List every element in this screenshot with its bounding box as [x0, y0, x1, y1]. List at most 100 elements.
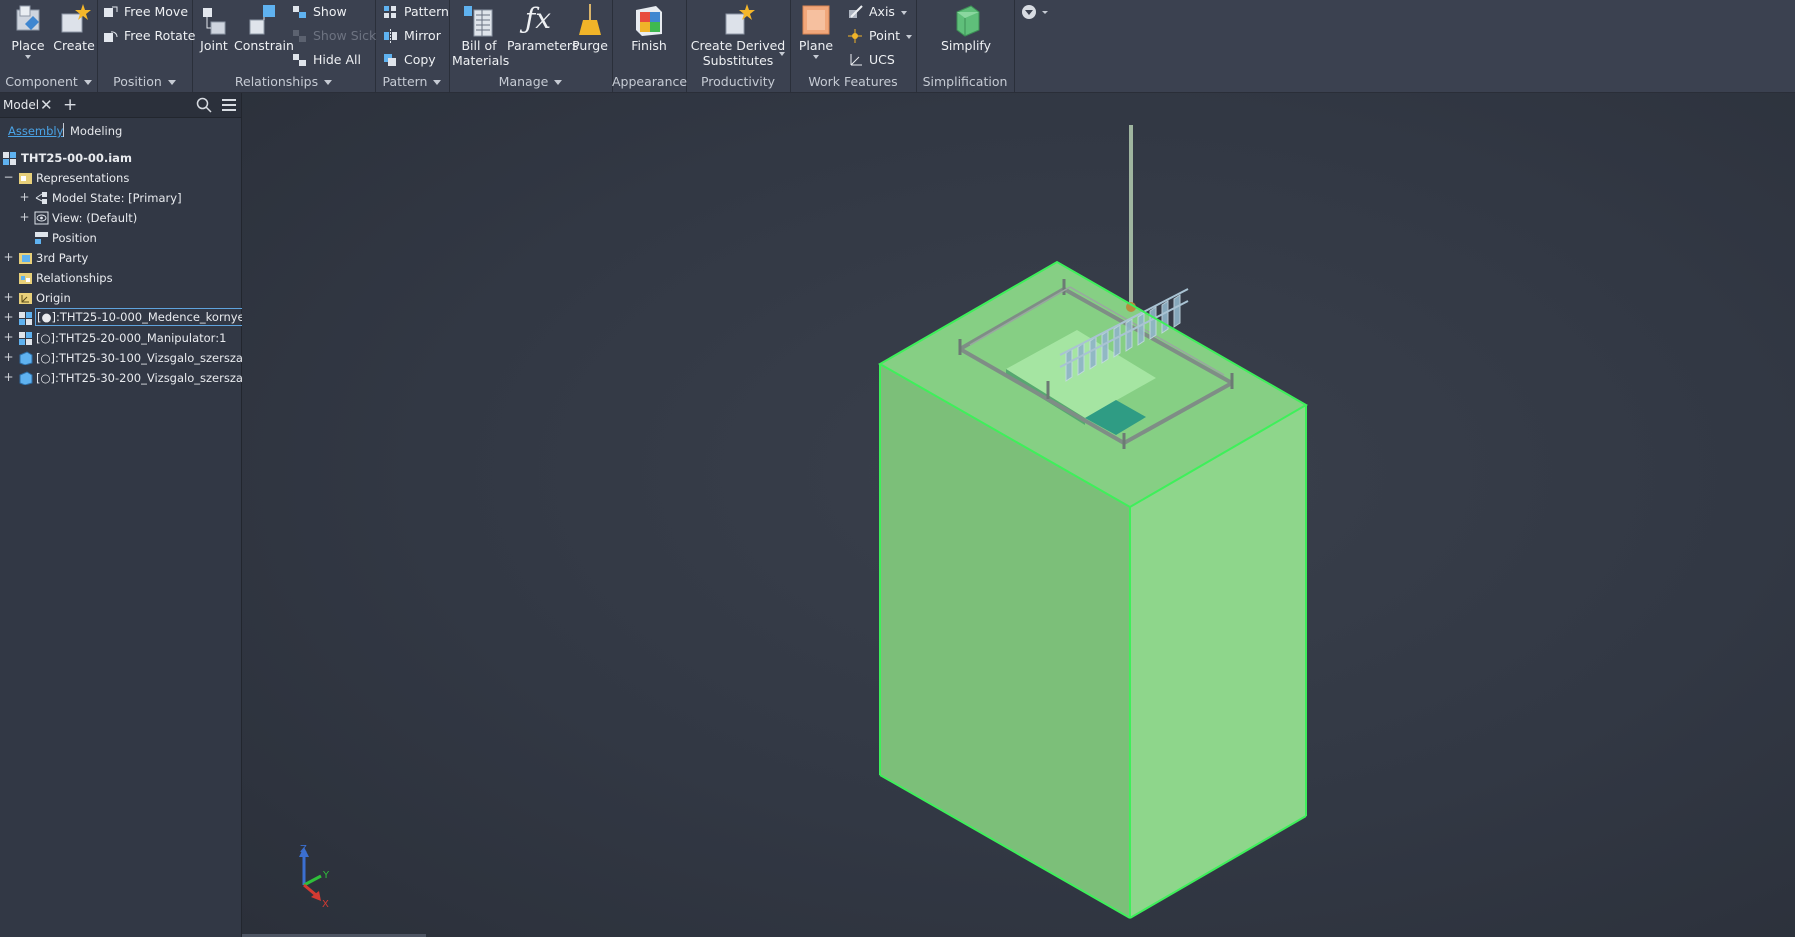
mirror-button[interactable]: Mirror: [383, 26, 441, 46]
position-icon: [34, 231, 49, 245]
bill-of-materials-button[interactable]: Bill of Materials: [452, 2, 509, 68]
finish-button[interactable]: Finish: [626, 2, 672, 53]
subassembly-icon: [18, 331, 33, 345]
point-button[interactable]: Point: [848, 26, 913, 46]
search-icon[interactable]: [196, 97, 212, 113]
tree-item-representations[interactable]: − Representations: [0, 168, 241, 188]
position-panel: Free Move Free Rotate Position: [97, 0, 195, 92]
place-button[interactable]: Place: [6, 2, 50, 59]
expand-icon[interactable]: +: [3, 331, 14, 343]
create-derived-substitutes-button[interactable]: Create Derived Substitutes: [690, 2, 786, 68]
broom-icon: [573, 2, 607, 38]
tree-root[interactable]: THT25-00-00.iam: [0, 148, 241, 168]
bill-of-materials-icon: [462, 2, 496, 38]
free-move-button[interactable]: Free Move: [103, 2, 188, 22]
hide-all-button[interactable]: Hide All: [292, 50, 361, 70]
expand-icon[interactable]: +: [3, 371, 14, 383]
tree-item-manipulator[interactable]: + [○]:THT25-20-000_Manipulator:1: [0, 328, 241, 348]
browser-filter-row: Assembly Modeling: [0, 118, 241, 146]
model-state-icon: [34, 191, 49, 205]
view-eye-icon: [34, 211, 49, 225]
pattern-panel: Pattern Mirror Copy Pattern: [375, 0, 450, 92]
ribbon-options-dropdown[interactable]: [1021, 4, 1051, 20]
appearance-panel: Finish Appearance: [612, 0, 687, 92]
relationships-panel-title[interactable]: Relationships: [192, 74, 375, 90]
graphics-viewport[interactable]: Z Y X: [242, 93, 1795, 937]
constrain-button[interactable]: Constrain: [234, 2, 294, 53]
expand-icon[interactable]: +: [3, 251, 14, 263]
tree-item-origin[interactable]: + Origin: [0, 288, 241, 308]
copy-button[interactable]: Copy: [383, 50, 436, 70]
productivity-panel-title: Productivity: [700, 74, 776, 89]
parameters-fx-icon: ƒx: [524, 2, 552, 35]
close-icon[interactable]: ✕: [40, 97, 53, 113]
component-panel-title[interactable]: Component: [0, 74, 97, 90]
constrain-icon: [245, 2, 279, 38]
finish-icon: [632, 2, 666, 38]
work-features-panel-title: Work Features: [808, 74, 898, 89]
parameters-button[interactable]: ƒx Parameters: [507, 2, 579, 53]
subassembly-icon: [18, 311, 33, 325]
axis-icon: [848, 4, 863, 19]
part-icon: [18, 371, 33, 386]
tree-item-medence-kornyezet[interactable]: + [●]:THT25-10-000_Medence_kornyezet:2: [0, 308, 276, 328]
representations-folder-icon: [18, 171, 33, 185]
hamburger-menu-icon[interactable]: [221, 98, 237, 112]
triad-z-label: Z: [300, 844, 307, 855]
free-rotate-button[interactable]: Free Rotate: [103, 26, 195, 46]
chevron-down-icon: [433, 80, 442, 85]
expand-icon[interactable]: +: [3, 291, 14, 303]
pattern-icon: [383, 5, 398, 19]
component-panel: Place Create Component: [0, 0, 98, 92]
pattern-button[interactable]: Pattern: [383, 2, 449, 22]
joint-button[interactable]: Joint: [196, 2, 232, 53]
tree-item-vizsgalo-szerszam-2[interactable]: + [○]:THT25-30-200_Vizsgalo_szerszam_2:1: [0, 368, 278, 388]
chevron-down-icon[interactable]: [779, 52, 785, 56]
ucs-button[interactable]: UCS: [848, 50, 895, 70]
show-icon: [292, 5, 307, 19]
create-button[interactable]: Create: [52, 2, 96, 53]
modeling-filter-link[interactable]: Modeling: [70, 124, 122, 138]
coordinate-triad: Z Y X: [299, 844, 330, 910]
show-sick-button[interactable]: Show Sick: [292, 26, 376, 46]
expand-icon[interactable]: +: [19, 211, 30, 223]
tree-item-model-state[interactable]: + Model State: [Primary]: [0, 188, 241, 208]
relationships-folder-icon: [18, 271, 33, 285]
plane-button[interactable]: Plane: [794, 2, 838, 59]
chevron-down-icon: [83, 80, 92, 85]
derived-substitute-icon: [721, 2, 755, 38]
tree-item-3rd-party[interactable]: + 3rd Party: [0, 248, 241, 268]
chevron-down-icon: [900, 10, 907, 15]
point-icon: [848, 28, 863, 43]
expand-icon[interactable]: +: [19, 191, 30, 203]
axis-button[interactable]: Axis: [848, 2, 907, 22]
collapse-icon[interactable]: −: [3, 171, 14, 183]
pattern-panel-title[interactable]: Pattern: [375, 74, 449, 90]
chevron-down-icon: [324, 80, 333, 85]
manage-panel: Bill of Materials ƒx Parameters Purge Ma…: [449, 0, 613, 92]
show-button[interactable]: Show: [292, 2, 347, 22]
tab-model[interactable]: Model: [3, 93, 39, 117]
position-panel-title[interactable]: Position: [97, 74, 192, 90]
plane-icon: [799, 2, 833, 38]
copy-icon: [383, 53, 398, 67]
manage-panel-title[interactable]: Manage: [449, 74, 612, 90]
chevron-down-icon: [167, 80, 176, 85]
simplify-button[interactable]: Simplify: [940, 2, 992, 53]
browser-tree: THT25-00-00.iam − Representations + Mode…: [0, 146, 278, 476]
simplification-panel-title[interactable]: Simplification: [916, 74, 1014, 101]
free-move-icon: [103, 5, 118, 19]
expand-icon[interactable]: +: [3, 351, 14, 363]
purge-button[interactable]: Purge: [571, 2, 609, 53]
tree-item-vizsgalo-szerszam-1[interactable]: + [○]:THT25-30-100_Vizsgalo_szerszam_1:1: [0, 348, 278, 368]
assembly-model[interactable]: [242, 93, 1795, 937]
tree-item-relationships[interactable]: Relationships: [0, 268, 241, 288]
part-icon: [18, 351, 33, 366]
expand-icon[interactable]: +: [3, 311, 14, 323]
assembly-filter-link[interactable]: Assembly: [8, 124, 63, 138]
tree-item-position[interactable]: Position: [0, 228, 241, 248]
add-tab-icon[interactable]: +: [63, 95, 77, 115]
ucs-icon: [848, 53, 863, 67]
triad-y-label: Y: [322, 870, 330, 881]
tree-item-view[interactable]: + View: (Default): [0, 208, 241, 228]
